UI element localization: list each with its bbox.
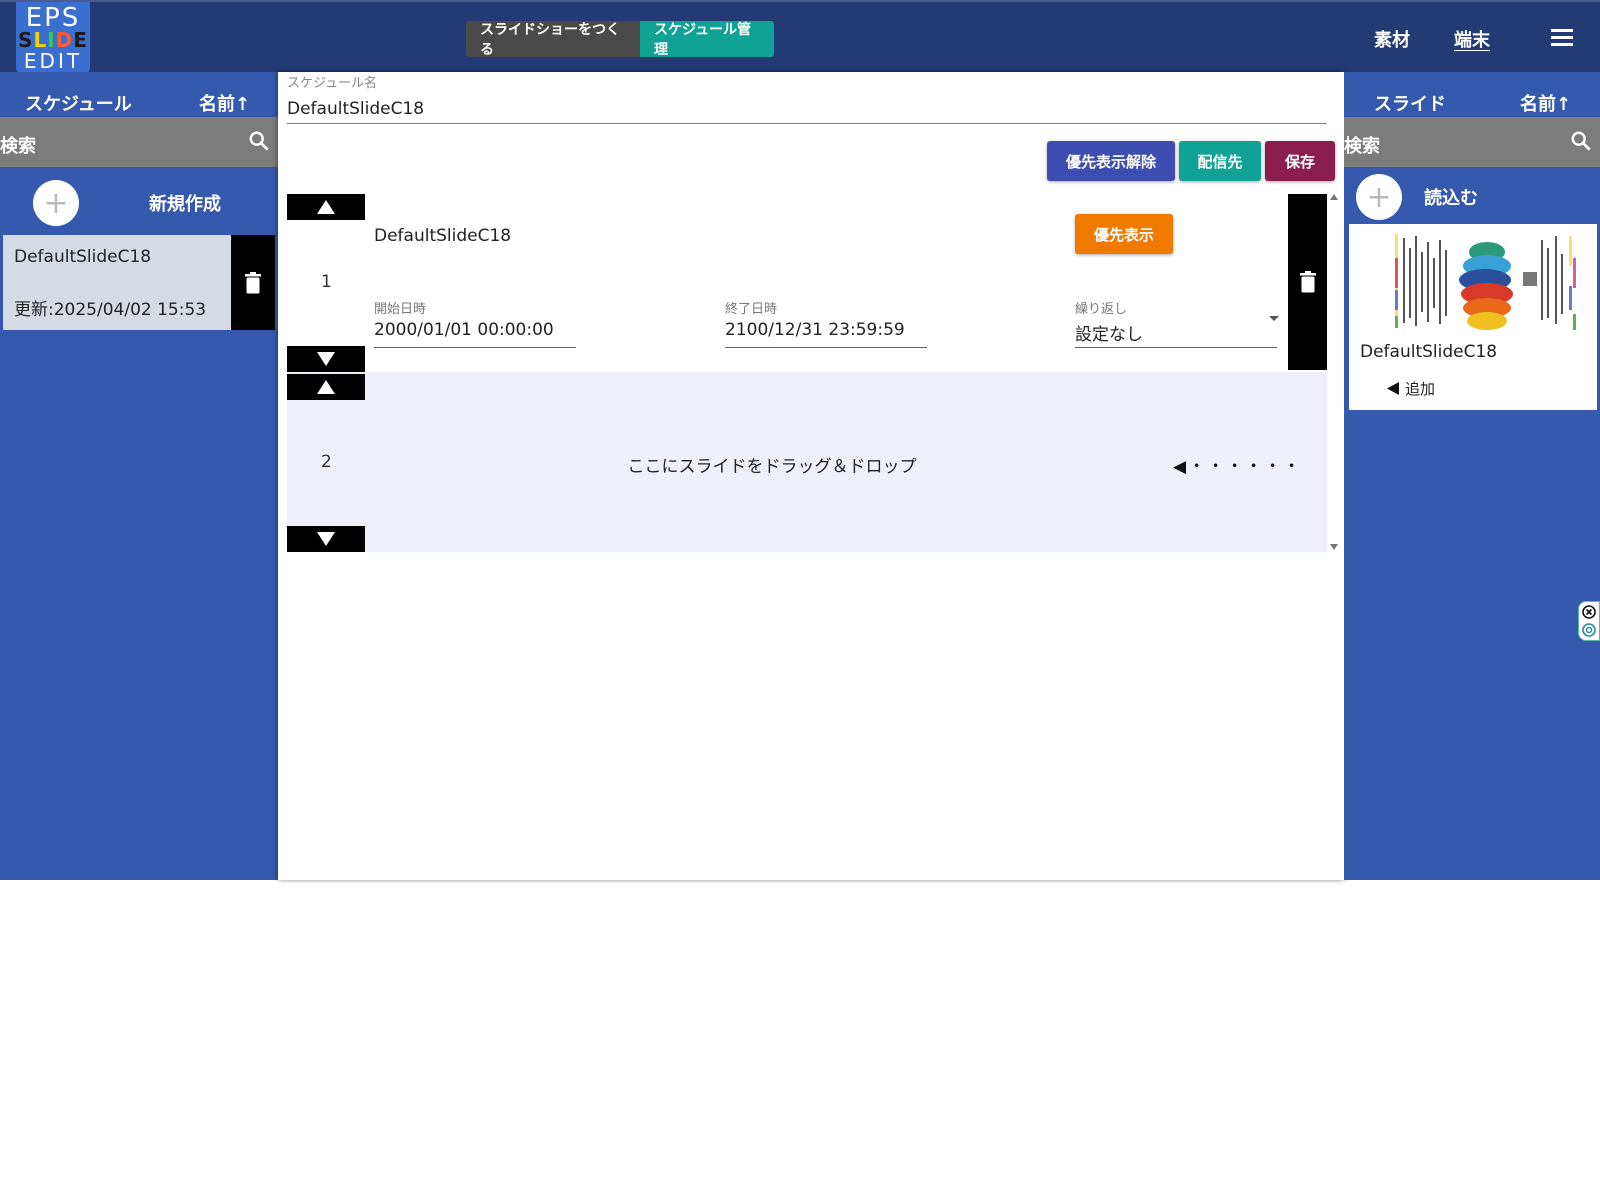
schedule-item-name: DefaultSlideC18 (14, 247, 152, 267)
scroll-up-icon[interactable] (1330, 194, 1338, 200)
schedule-name-input[interactable] (287, 94, 1327, 124)
schedule-editor: スケジュール名 優先表示解除 配信先 保存 1 DefaultSlideC18 … (278, 72, 1344, 880)
move-down-button[interactable] (287, 346, 365, 372)
end-datetime-field[interactable]: 2100/12/31 23:59:59 (725, 320, 927, 348)
slide-panel-title: スライド (1374, 94, 1446, 115)
top-bar: EPS SLIDE EDIT スライドショーをつくる スケジュール管理 素材 端… (0, 0, 1600, 74)
slide-card-name: DefaultSlideC18 (1360, 342, 1498, 362)
schedule-row: 1 DefaultSlideC18 優先表示 開始日時 2000/01/01 0… (287, 192, 1327, 372)
move-up-button[interactable] (287, 374, 365, 400)
load-slide-label[interactable]: 読込む (1424, 184, 1478, 210)
trash-icon (245, 271, 261, 293)
search-icon[interactable] (1570, 130, 1592, 152)
slide-search-bar (1344, 117, 1600, 167)
delete-row-button[interactable] (1288, 194, 1327, 370)
schedule-slide-list: 1 DefaultSlideC18 優先表示 開始日時 2000/01/01 0… (287, 192, 1327, 552)
drop-zone-hint: ◀・・・・・・ (1173, 457, 1303, 477)
unprioritize-button[interactable]: 優先表示解除 (1047, 141, 1175, 181)
triangle-down-icon (317, 532, 335, 546)
schedule-name-label: スケジュール名 (287, 76, 378, 91)
nav-devices[interactable]: 端末 (1454, 26, 1490, 52)
start-datetime-field[interactable]: 2000/01/01 00:00:00 (374, 320, 576, 348)
app-root: EPS SLIDE EDIT スライドショーをつくる スケジュール管理 素材 端… (0, 0, 1600, 880)
chevron-down-icon[interactable] (1269, 316, 1279, 321)
trash-icon (1299, 271, 1316, 293)
save-button[interactable]: 保存 (1265, 141, 1335, 181)
tab-schedule-management[interactable]: スケジュール管理 (640, 21, 774, 57)
priority-display-button[interactable]: 優先表示 (1075, 214, 1173, 254)
new-schedule-label[interactable]: 新規作成 (149, 190, 221, 216)
hamburger-icon[interactable] (1551, 29, 1573, 47)
plus-icon[interactable]: + (1356, 174, 1402, 220)
triangle-left-icon (1387, 382, 1399, 395)
triangle-up-icon (317, 200, 335, 214)
delete-schedule-button[interactable] (231, 235, 275, 330)
drop-zone-text: ここにスライドをドラッグ＆ドロップ (627, 457, 917, 477)
scroll-down-icon[interactable] (1330, 544, 1338, 550)
start-datetime-label: 開始日時 (374, 302, 427, 317)
plus-icon[interactable]: + (33, 180, 79, 226)
row-slide-title: DefaultSlideC18 (374, 226, 512, 246)
nav-materials[interactable]: 素材 (1374, 26, 1410, 52)
row-number: 1 (321, 272, 332, 292)
slide-search-input[interactable] (1344, 131, 1564, 161)
schedule-sort-toggle[interactable]: 名前↑ (199, 90, 250, 116)
end-datetime-label: 終了日時 (725, 302, 778, 317)
slide-thumbnail (1359, 228, 1589, 338)
triangle-down-icon (317, 352, 335, 366)
move-down-button[interactable] (287, 526, 365, 552)
slide-sort-toggle[interactable]: 名前↑ (1520, 90, 1571, 116)
extension-icon[interactable] (1582, 623, 1596, 637)
new-schedule-row[interactable]: + 新規作成 (33, 180, 221, 226)
move-up-button[interactable] (287, 194, 365, 220)
side-extension-tab[interactable] (1578, 601, 1600, 641)
mode-tabs: スライドショーをつくる スケジュール管理 (466, 21, 774, 57)
schedule-panel-title: スケジュール (25, 94, 132, 115)
add-slide-button[interactable]: 追加 (1387, 378, 1435, 399)
slide-panel: スライド 名前↑ + 読込む (1344, 72, 1600, 880)
triangle-up-icon (317, 380, 335, 394)
repeat-select[interactable]: 設定なし (1075, 320, 1277, 348)
search-icon[interactable] (248, 130, 270, 152)
schedule-item[interactable]: DefaultSlideC18 更新:2025/04/02 15:53 (3, 235, 275, 330)
schedule-panel: スケジュール 名前↑ + 新規作成 DefaultSlideC18 更新:202… (0, 72, 278, 880)
destination-button[interactable]: 配信先 (1179, 141, 1261, 181)
schedule-search-bar (0, 117, 278, 167)
schedule-search-input[interactable] (0, 131, 240, 161)
close-icon[interactable] (1582, 605, 1596, 619)
drop-zone-row[interactable]: 2 ここにスライドをドラッグ＆ドロップ ◀・・・・・・ (287, 372, 1327, 552)
repeat-label: 繰り返し (1075, 302, 1128, 317)
slide-card[interactable]: DefaultSlideC18 追加 (1349, 224, 1597, 410)
logo-line-2: SLIDE (18, 30, 88, 50)
tab-make-slideshow[interactable]: スライドショーをつくる (466, 21, 640, 57)
add-slide-label: 追加 (1405, 380, 1436, 398)
app-logo[interactable]: EPS SLIDE EDIT (16, 2, 90, 74)
load-slide-row[interactable]: + 読込む (1356, 174, 1478, 220)
schedule-item-updated: 更新:2025/04/02 15:53 (14, 300, 207, 320)
logo-line-3: EDIT (23, 49, 83, 73)
